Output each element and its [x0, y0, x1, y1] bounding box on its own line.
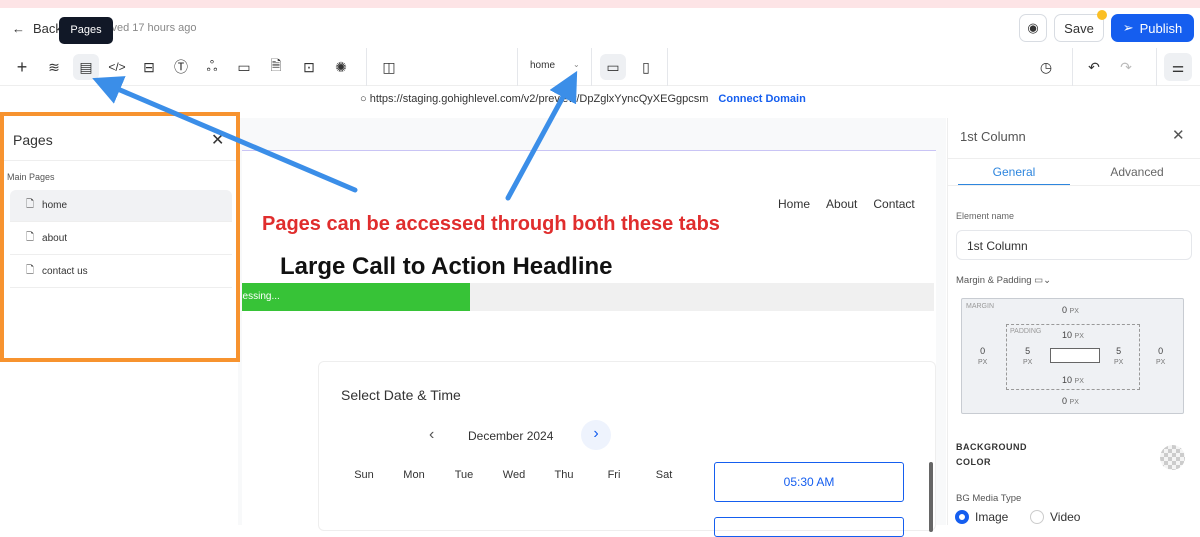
arrow-to-page-select: [505, 70, 578, 201]
arrow-to-pages-icon: [92, 76, 358, 193]
annotation-arrows: [92, 70, 578, 201]
